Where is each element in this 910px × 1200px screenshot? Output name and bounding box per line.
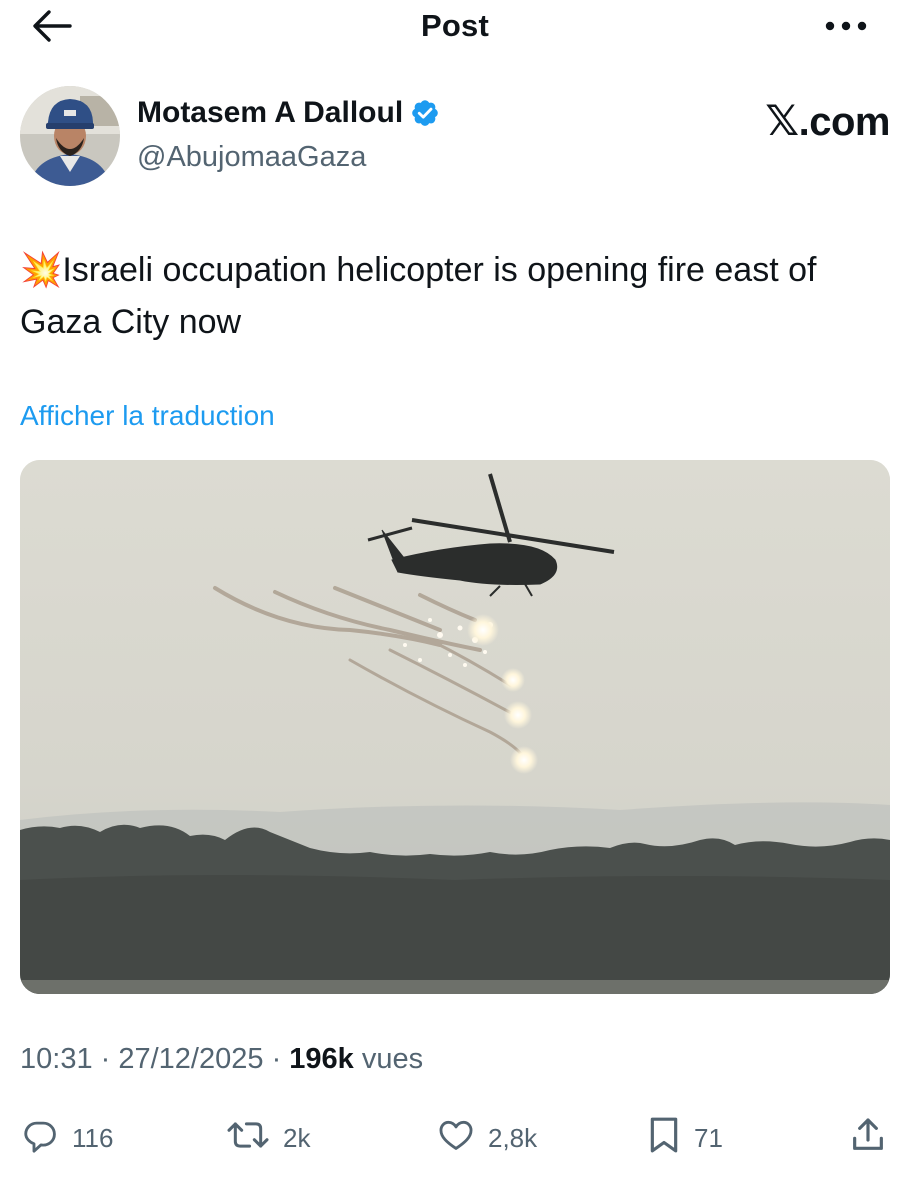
reply-icon [20,1116,60,1161]
reply-count: 116 [72,1122,114,1153]
post-body: Israeli occupation helicopter is opening… [20,251,817,341]
page-title: Post [421,8,489,43]
repost-count: 2k [283,1122,311,1153]
repost-icon [225,1116,271,1161]
show-translation-link[interactable]: Afficher la traduction [20,400,275,432]
post-meta: 10:31 · 27/12/2025 · 196k vues [20,1043,423,1076]
author-name[interactable]: Motasem A Dalloul [137,96,403,130]
watermark-suffix: .com [798,100,891,144]
more-options-button[interactable] [822,12,870,44]
avatar[interactable] [20,86,120,186]
author-name-row[interactable]: Motasem A Dalloul [137,96,440,130]
share-button[interactable] [848,1110,888,1166]
views-count[interactable]: 196k [289,1043,354,1075]
author-handle[interactable]: @AbujomaaGaza [137,141,366,174]
like-button[interactable]: 2,8k [436,1110,537,1166]
post-date: 27/12/2025 [118,1043,264,1075]
bookmark-button[interactable]: 71 [646,1110,723,1166]
repost-button[interactable]: 2k [225,1110,310,1166]
more-horizontal-icon [824,19,868,37]
meta-separator: · [92,1043,119,1075]
top-bar: Post [0,0,910,56]
author-header: Motasem A Dalloul @AbujomaaGaza 𝕏.com [20,86,891,190]
meta-separator: · [263,1043,290,1075]
views-label: vues [353,1043,424,1075]
bookmark-icon [646,1115,682,1162]
collision-emoji-icon: 💥 [20,251,63,289]
like-count: 2,8k [488,1122,538,1153]
reply-button[interactable]: 116 [20,1110,113,1166]
share-icon [848,1115,888,1162]
x-com-watermark: 𝕏.com [765,96,890,145]
bookmark-count: 71 [694,1122,723,1153]
verified-badge-icon [410,98,440,128]
heart-icon [436,1116,476,1161]
post-time: 10:31 [20,1043,93,1075]
post-text: 💥Israeli occupation helicopter is openin… [20,244,900,348]
post-image[interactable] [20,460,890,994]
action-bar: 116 2k 2,8k 71 [0,1110,910,1170]
x-logo-icon: 𝕏 [765,97,799,144]
